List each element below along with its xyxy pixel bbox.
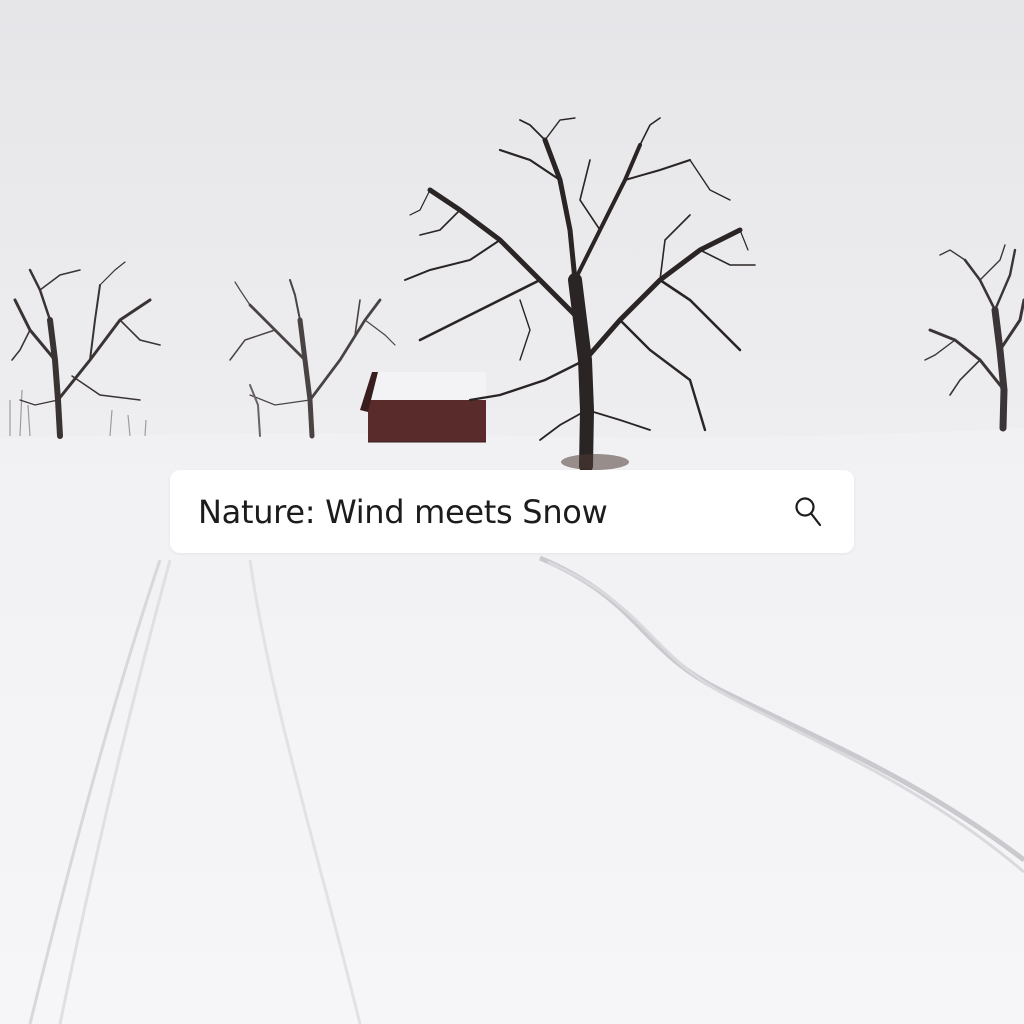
- winter-landscape-scene: Nature: Wind meets Snow: [0, 0, 1024, 1024]
- red-cabin: [360, 372, 486, 443]
- search-bar[interactable]: Nature: Wind meets Snow: [170, 470, 854, 553]
- tree-base-shrub: [561, 454, 629, 470]
- sky: [0, 0, 1024, 440]
- search-input[interactable]: Nature: Wind meets Snow: [198, 493, 792, 531]
- search-icon[interactable]: [792, 495, 826, 529]
